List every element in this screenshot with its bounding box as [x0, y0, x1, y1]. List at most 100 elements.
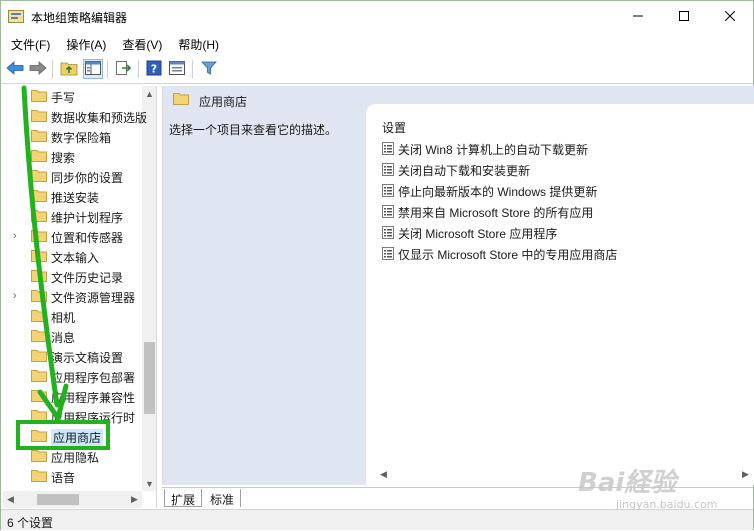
- tree-item-label: 维护计划程序: [51, 211, 124, 225]
- scrollbar-thumb[interactable]: [37, 494, 79, 505]
- tree-item-label: 文件历史记录: [51, 271, 124, 285]
- setting-label: 关闭 Microsoft Store 应用程序: [398, 227, 558, 241]
- scroll-left-icon[interactable]: ◀: [3, 491, 18, 508]
- filter-icon: [201, 60, 217, 79]
- forward-arrow-icon: [29, 60, 47, 78]
- back-arrow-icon: [6, 60, 24, 78]
- toolbar-separator: [192, 60, 193, 78]
- tree-item[interactable]: 消息: [3, 326, 141, 346]
- folder-icon: [31, 209, 47, 222]
- show-hide-tree-button[interactable]: [83, 59, 103, 79]
- tree-item-label: 数据收集和预选版: [51, 111, 148, 125]
- scrollbar-thumb[interactable]: [144, 342, 155, 414]
- tree-item-label: 语音: [51, 471, 76, 485]
- folder-icon: [31, 309, 47, 322]
- setting-row[interactable]: 关闭 Microsoft Store 应用程序: [382, 224, 712, 242]
- toolbar-separator: [52, 60, 53, 78]
- tree-item[interactable]: 推送安装: [3, 186, 141, 206]
- tree-item[interactable]: 文件历史记录: [3, 266, 141, 286]
- window-title: 本地组策略编辑器: [31, 11, 128, 25]
- scroll-left-icon[interactable]: ◀: [376, 466, 391, 483]
- expand-chevron-icon[interactable]: ›: [13, 290, 23, 302]
- settings-column-header[interactable]: 设置: [382, 119, 406, 136]
- tree-item[interactable]: 应用程序包部署: [3, 366, 141, 386]
- setting-row[interactable]: 关闭 Win8 计算机上的自动下载更新: [382, 140, 712, 158]
- tree-item-label: 消息: [51, 331, 76, 345]
- forward-button[interactable]: [28, 59, 48, 79]
- scroll-up-icon[interactable]: ▲: [142, 86, 156, 101]
- settings-list: 设置 关闭 Win8 计算机上的自动下载更新 关闭自动下载和安装更新 停止向最新版本…: [366, 104, 754, 485]
- policy-setting-icon: [382, 226, 394, 239]
- folder-icon: [173, 92, 189, 105]
- highlight-box: [16, 420, 110, 450]
- folder-icon: [31, 329, 47, 342]
- details-title: 应用商店: [199, 95, 248, 109]
- show-hide-tree-icon: [85, 60, 101, 78]
- tree-item[interactable]: 手写: [3, 86, 141, 106]
- close-icon: [724, 10, 736, 24]
- setting-label: 仅显示 Microsoft Store 中的专用应用商店: [398, 248, 618, 262]
- close-button[interactable]: [707, 1, 753, 32]
- folder-icon: [31, 149, 47, 162]
- description-text: 选择一个项目来查看它的描述。: [169, 123, 338, 137]
- folder-icon: [31, 229, 47, 242]
- policy-setting-icon: [382, 184, 394, 197]
- tree-horizontal-scrollbar[interactable]: ◀ ▶: [3, 491, 142, 508]
- maximize-button[interactable]: [661, 1, 707, 32]
- scroll-right-icon[interactable]: ▶: [127, 491, 142, 508]
- tree-item-label: 文本输入: [51, 251, 100, 265]
- folder-icon: [31, 269, 47, 282]
- watermark-logo: Bai経验: [578, 468, 677, 498]
- folder-icon: [31, 109, 47, 122]
- folder-icon: [31, 129, 47, 142]
- tree-item[interactable]: 应用程序兼容性: [3, 386, 141, 406]
- details-pane: 应用商店 选择一个项目来查看它的描述。 设置 关闭 Win8 计算机上的自动下载…: [162, 86, 754, 485]
- tree-item[interactable]: 同步你的设置: [3, 166, 141, 186]
- setting-row[interactable]: 关闭自动下载和安装更新: [382, 161, 712, 179]
- setting-label: 禁用来自 Microsoft Store 的所有应用: [398, 206, 594, 220]
- properties-button[interactable]: [167, 59, 187, 79]
- tree-item-label: 位置和传感器: [51, 231, 124, 245]
- folder-icon: [31, 189, 47, 202]
- folder-icon: [31, 469, 47, 482]
- up-one-level-button[interactable]: [59, 59, 79, 79]
- scroll-down-icon[interactable]: ▼: [142, 476, 156, 491]
- help-button[interactable]: ?: [144, 59, 164, 79]
- expand-chevron-icon[interactable]: ›: [13, 230, 23, 242]
- tab-extended[interactable]: 扩展: [164, 489, 203, 507]
- filter-button[interactable]: [199, 59, 219, 79]
- tree-item-label: 应用程序兼容性: [51, 391, 136, 405]
- tree-item[interactable]: 数字保险箱: [3, 126, 141, 146]
- folder-icon: [31, 369, 47, 382]
- folder-icon: [31, 389, 47, 402]
- setting-row[interactable]: 停止向最新版本的 Windows 提供更新: [382, 182, 712, 200]
- folder-icon: [31, 449, 47, 462]
- tree-item[interactable]: 语音: [3, 466, 141, 486]
- back-button[interactable]: [5, 59, 25, 79]
- menu-bar: 文件(F) 操作(A) 查看(V) 帮助(H): [1, 32, 753, 54]
- menu-action[interactable]: 操作(A): [56, 32, 106, 54]
- folder-up-icon: [60, 60, 78, 79]
- menu-help[interactable]: 帮助(H): [168, 32, 219, 54]
- tree-vertical-scrollbar[interactable]: ▲ ▼: [142, 86, 156, 491]
- help-icon: ?: [146, 60, 162, 79]
- policy-setting-icon: [382, 163, 394, 176]
- tree-item[interactable]: 文本输入: [3, 246, 141, 266]
- minimize-icon: [633, 10, 643, 24]
- tab-standard[interactable]: 标准: [204, 489, 242, 507]
- tree-item[interactable]: 维护计划程序: [3, 206, 141, 226]
- tree-item[interactable]: 搜索: [3, 146, 141, 166]
- folder-icon: [31, 249, 47, 262]
- setting-row[interactable]: 禁用来自 Microsoft Store 的所有应用: [382, 203, 712, 221]
- tree-item[interactable]: › 文件资源管理器: [3, 286, 141, 306]
- tree-item[interactable]: › 位置和传感器: [3, 226, 141, 246]
- setting-row[interactable]: 仅显示 Microsoft Store 中的专用应用商店: [382, 245, 712, 263]
- menu-view[interactable]: 查看(V): [112, 32, 162, 54]
- tree-item[interactable]: 演示文稿设置: [3, 346, 141, 366]
- export-list-button[interactable]: [113, 59, 133, 79]
- minimize-button[interactable]: [615, 1, 661, 32]
- tree-item[interactable]: 相机: [3, 306, 141, 326]
- menu-file[interactable]: 文件(F): [1, 32, 50, 54]
- tree-item[interactable]: 数据收集和预选版: [3, 106, 147, 126]
- maximize-icon: [679, 10, 689, 24]
